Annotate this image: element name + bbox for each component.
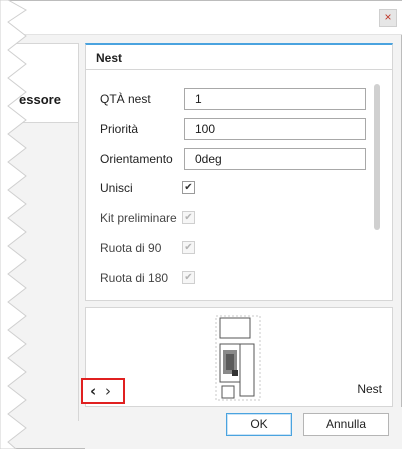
tab-nest-label: Nest — [96, 51, 123, 65]
merge-checkbox[interactable]: ✔ — [182, 181, 195, 194]
chevron-right-icon[interactable]: › — [105, 382, 111, 400]
check-icon: ✔ — [184, 242, 193, 253]
check-icon: ✔ — [184, 272, 193, 283]
dialog-footer: OK Annulla — [85, 407, 402, 449]
priority-input[interactable] — [184, 118, 366, 140]
tab-nest[interactable]: Nest — [85, 43, 393, 69]
check-icon: ✔ — [184, 182, 193, 193]
orientation-label: Orientamento — [100, 152, 173, 166]
preliminary-kit-label: Kit preliminare — [100, 211, 177, 225]
vertical-scrollbar[interactable] — [374, 84, 380, 230]
close-icon: × — [384, 10, 392, 24]
rotate-180-checkbox[interactable]: ✔ — [182, 271, 195, 284]
priority-label: Priorità — [100, 122, 139, 136]
qty-nest-label: QTÀ nest — [100, 92, 151, 106]
merge-label: Unisci — [100, 181, 133, 195]
preview-navigation: ‹ › — [81, 378, 125, 404]
title-bar: × — [1, 1, 402, 35]
preview-label: Nest — [357, 382, 382, 396]
nest-preview-drawing — [215, 315, 261, 401]
qty-nest-input[interactable] — [184, 88, 366, 110]
rotate-180-label: Ruota di 180 — [100, 271, 169, 285]
rotate-90-label: Ruota di 90 — [100, 241, 162, 255]
torn-edge-decoration — [0, 0, 27, 449]
preliminary-kit-checkbox[interactable]: ✔ — [182, 211, 195, 224]
preview-panel: Nest — [85, 307, 393, 407]
chevron-left-icon[interactable]: ‹ — [90, 382, 96, 400]
orientation-input[interactable] — [184, 148, 366, 170]
close-button[interactable]: × — [379, 9, 397, 27]
properties-panel: QTÀ nest Priorità Orientamento Unisci ✔ … — [85, 69, 393, 301]
dialog-window: × essore Nest QTÀ nest Priorità Orientam… — [0, 0, 402, 449]
rotate-90-checkbox[interactable]: ✔ — [182, 241, 195, 254]
cancel-button[interactable]: Annulla — [303, 413, 389, 436]
check-icon: ✔ — [184, 212, 193, 223]
ok-button[interactable]: OK — [226, 413, 292, 436]
